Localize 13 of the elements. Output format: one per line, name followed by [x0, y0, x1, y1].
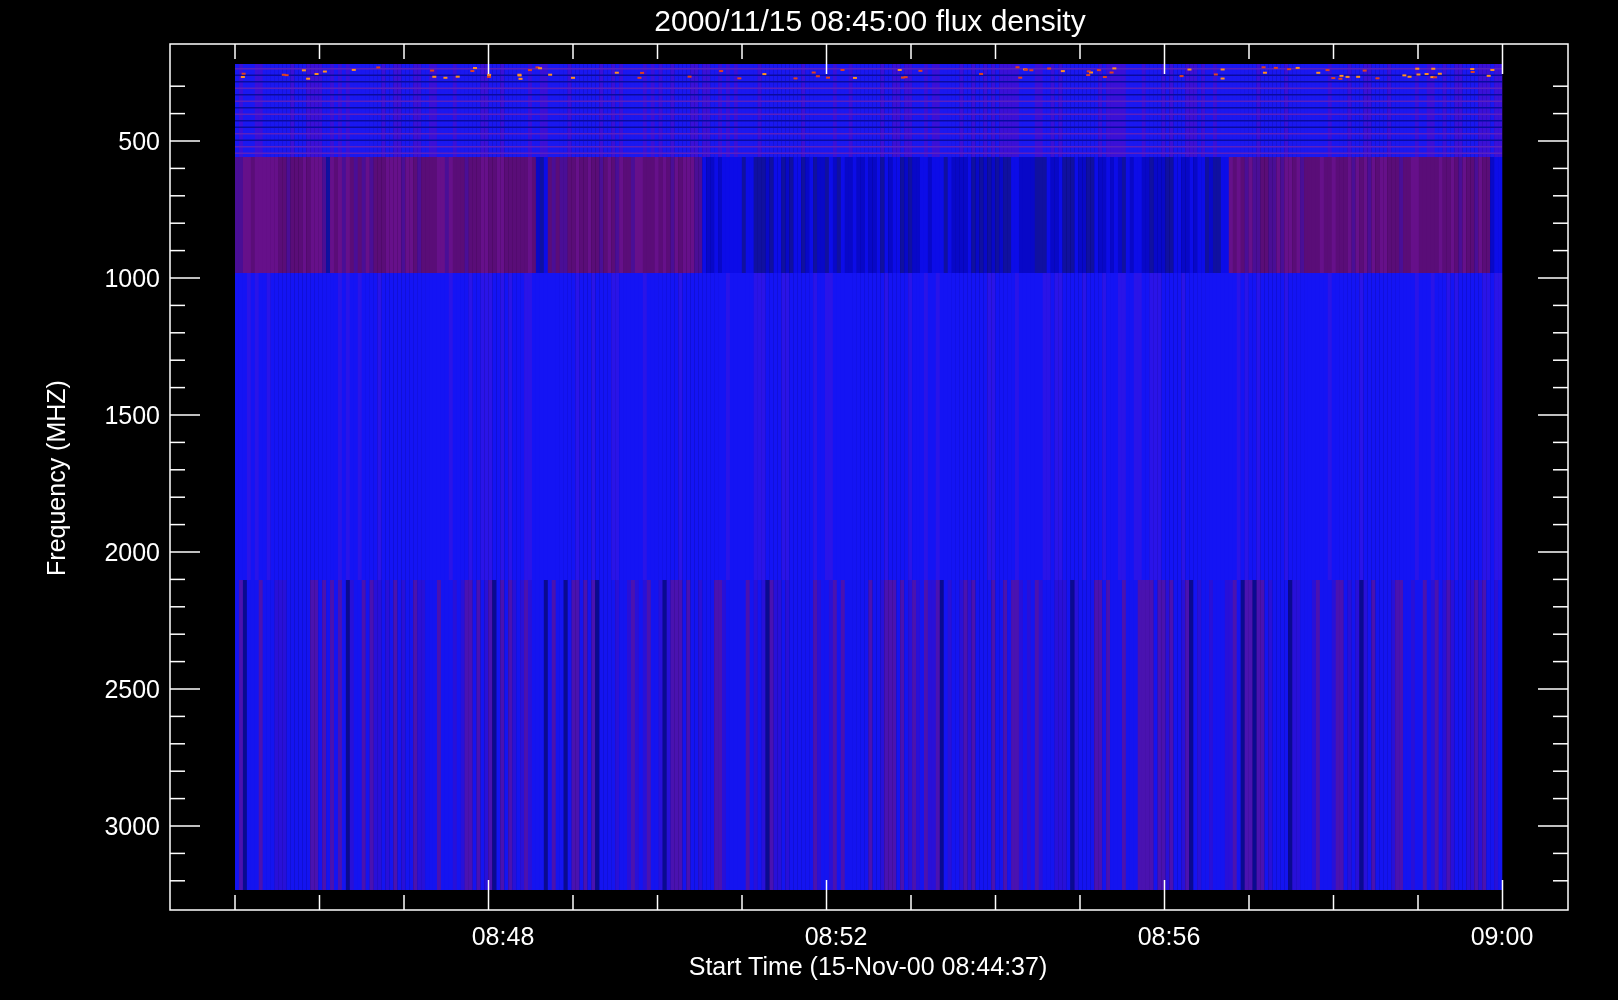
plot-title: 2000/11/15 08:45:00 flux density — [654, 4, 1086, 37]
y-axis-label: Frequency (MHZ) — [42, 380, 70, 576]
x-tick-label: 08:48 — [471, 922, 535, 950]
x-tick-label: 09:00 — [1470, 922, 1534, 950]
y-tick-label: 2500 — [104, 675, 160, 703]
x-tick-label: 08:52 — [804, 922, 868, 950]
y-tick-label: 3000 — [104, 812, 160, 840]
y-tick-label: 1000 — [104, 264, 160, 292]
x-tick-label: 08:56 — [1137, 922, 1201, 950]
y-tick-label: 1500 — [104, 401, 160, 429]
y-tick-label: 500 — [118, 127, 160, 155]
y-tick-label: 2000 — [104, 538, 160, 566]
x-axis-label: Start Time (15-Nov-00 08:44:37) — [688, 952, 1048, 980]
